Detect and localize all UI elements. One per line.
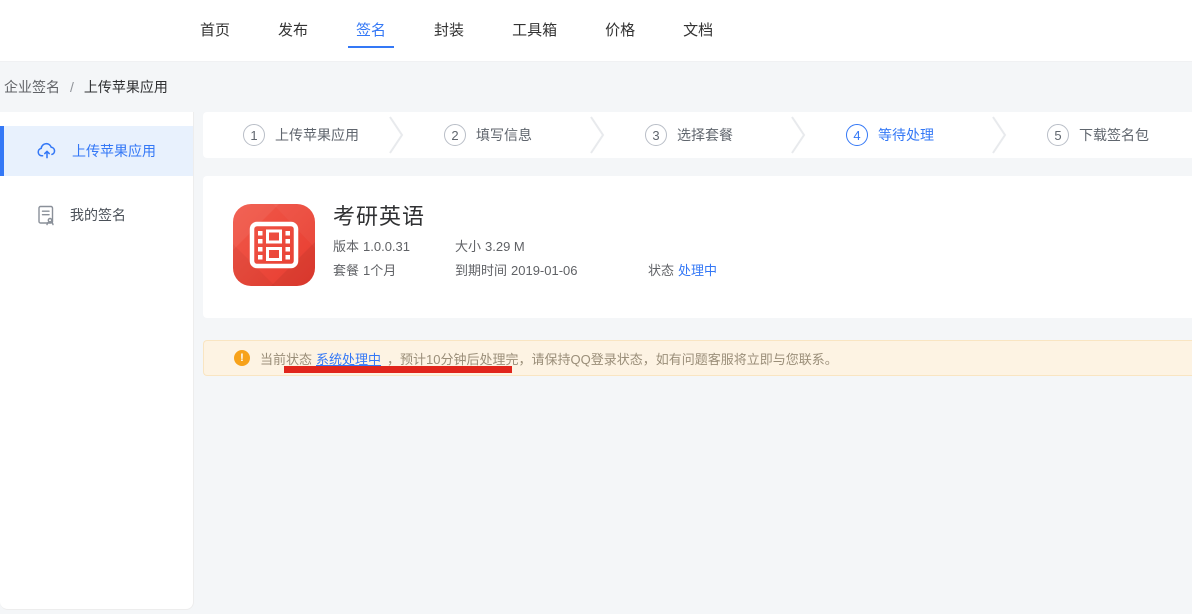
step-number: 2 (444, 124, 466, 146)
processing-alert: ! 当前状态 系统处理中 ，预计10分钟后处理完，请保持QQ登录状态，如有问题客… (203, 340, 1192, 376)
nav-item-toolbox[interactable]: 工具箱 (512, 0, 557, 62)
step-5-download-package: 5 下载签名包 (1007, 124, 1192, 146)
app-plan: 套餐1个月 (333, 263, 455, 278)
app-meta-row: 套餐1个月 到期时间2019-01-06 状态处理中 (333, 263, 717, 278)
alert-text-rest: ，预计10分钟后处理完，请保持QQ登录状态，如有问题客服将立即与您联系。 (387, 349, 838, 368)
step-1-upload: 1 上传苹果应用 (203, 124, 388, 146)
step-label: 填写信息 (476, 125, 532, 145)
step-label: 上传苹果应用 (275, 125, 359, 145)
nav-item-home[interactable]: 首页 (200, 0, 230, 62)
top-navigation: 首页 发布 签名 封装 工具箱 价格 文档 (0, 0, 1192, 62)
step-number: 3 (645, 124, 667, 146)
signature-doc-icon (36, 204, 56, 226)
app-meta-row: 版本1.0.0.31 大小3.29 M (333, 239, 717, 254)
app-version: 版本1.0.0.31 (333, 239, 455, 254)
step-4-waiting-process: 4 等待处理 (806, 124, 991, 146)
sidebar-item-label: 我的签名 (70, 205, 126, 225)
step-chevron-icon (589, 116, 605, 154)
nav-item-signature[interactable]: 签名 (356, 0, 386, 62)
system-processing-link[interactable]: 系统处理中 (316, 349, 381, 368)
warning-icon: ! (234, 350, 250, 366)
nav-item-price[interactable]: 价格 (605, 0, 635, 62)
step-chevron-icon (991, 116, 1007, 154)
nav-item-docs[interactable]: 文档 (683, 0, 713, 62)
sidebar-item-upload-apple-app[interactable]: 上传苹果应用 (0, 126, 193, 176)
app-title: 考研英语 (333, 204, 717, 230)
step-chevron-icon (388, 116, 404, 154)
step-label: 下载签名包 (1079, 125, 1149, 145)
app-expire-date: 到期时间2019-01-06 (455, 263, 648, 278)
cloud-upload-icon (36, 140, 58, 162)
film-strip-icon (233, 204, 315, 286)
step-3-choose-plan: 3 选择套餐 (605, 124, 790, 146)
alert-text-prefix: 当前状态 (260, 349, 312, 368)
app-info-card: 考研英语 版本1.0.0.31 大小3.29 M 套餐1个月 到期时间2019-… (203, 176, 1192, 318)
step-number: 1 (243, 124, 265, 146)
nav-item-publish[interactable]: 发布 (278, 0, 308, 62)
app-status: 状态处理中 (648, 263, 717, 278)
sidebar-item-label: 上传苹果应用 (72, 141, 156, 161)
step-number: 5 (1047, 124, 1069, 146)
breadcrumb-current: 上传苹果应用 (84, 77, 168, 97)
steps-progress-bar: 1 上传苹果应用 2 填写信息 3 选择套餐 4 等待处理 5 下载签名包 (203, 112, 1192, 158)
breadcrumb: 企业签名 / 上传苹果应用 (0, 62, 1192, 112)
sidebar: 上传苹果应用 我的签名 (0, 112, 194, 610)
step-chevron-icon (790, 116, 806, 154)
main-content: 1 上传苹果应用 2 填写信息 3 选择套餐 4 等待处理 5 下载签名包 (203, 112, 1192, 376)
step-2-fill-info: 2 填写信息 (404, 124, 589, 146)
breadcrumb-parent[interactable]: 企业签名 (4, 77, 60, 97)
step-number: 4 (846, 124, 868, 146)
app-size: 大小3.29 M (455, 239, 648, 254)
sidebar-item-my-signatures[interactable]: 我的签名 (0, 190, 193, 240)
breadcrumb-separator: / (70, 79, 74, 95)
app-info: 考研英语 版本1.0.0.31 大小3.29 M 套餐1个月 到期时间2019-… (333, 204, 717, 318)
nav-item-package[interactable]: 封装 (434, 0, 464, 62)
step-label: 等待处理 (878, 125, 934, 145)
status-link[interactable]: 处理中 (678, 263, 717, 278)
red-underline-annotation (284, 366, 512, 373)
step-label: 选择套餐 (677, 125, 733, 145)
